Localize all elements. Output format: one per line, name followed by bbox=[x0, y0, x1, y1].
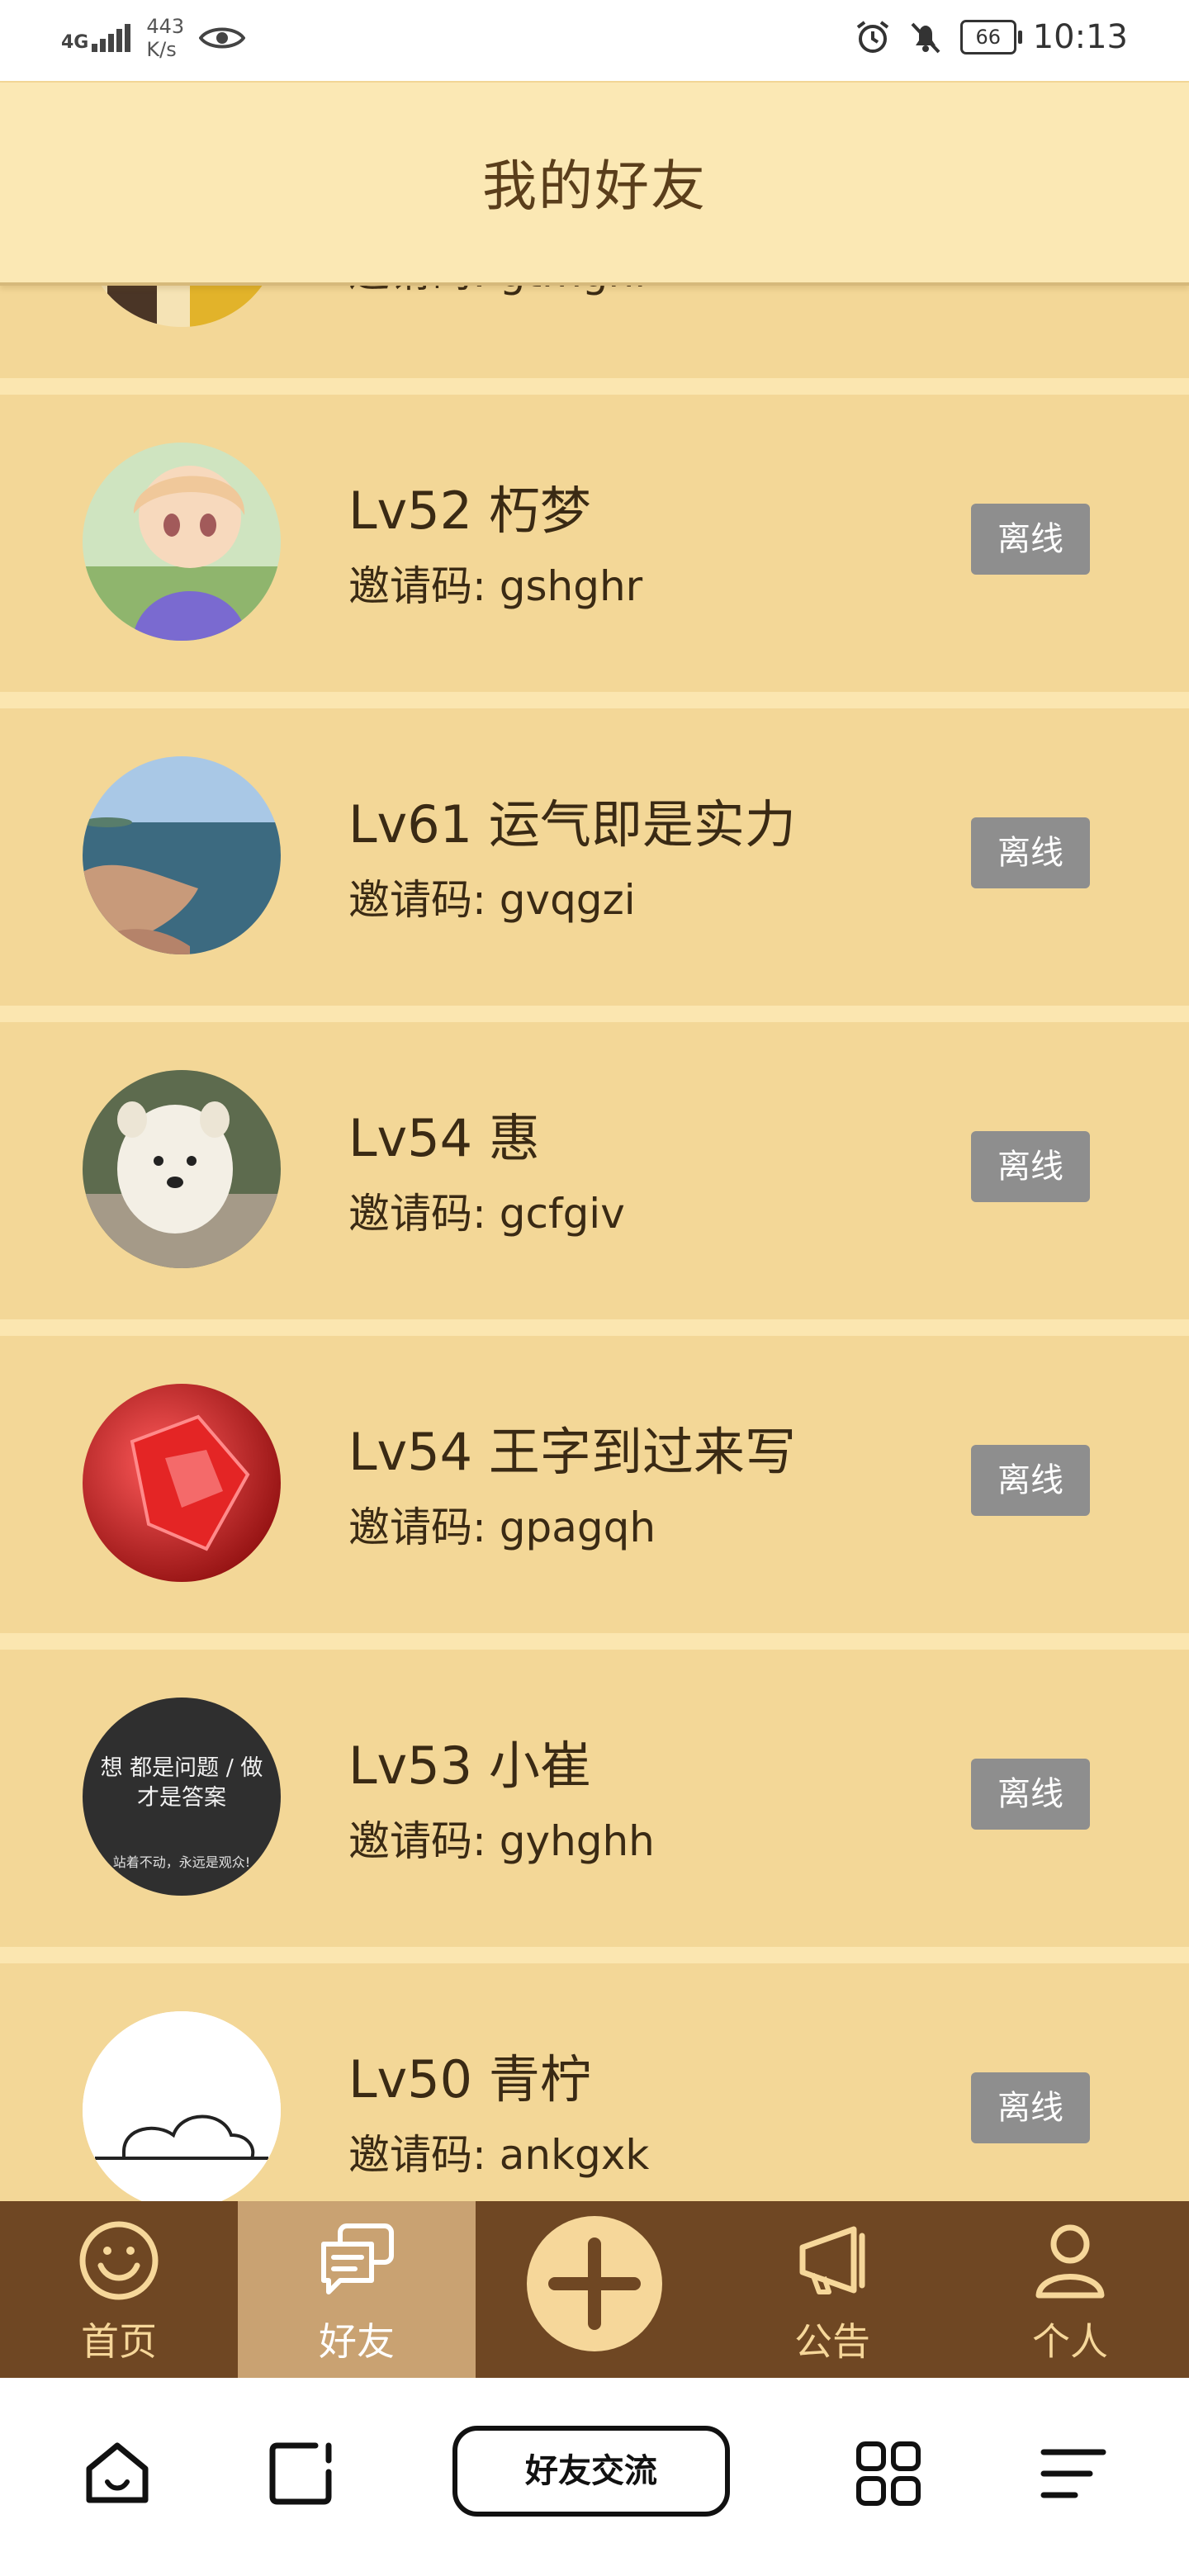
apps-grid-icon[interactable] bbox=[854, 2439, 923, 2508]
friend-card[interactable]: 想 都是问题 / 做 才是答案 站着不动，永远是观众! Lv53 小崔 邀请码:… bbox=[0, 1650, 1189, 1947]
offline-status-badge[interactable]: 离线 bbox=[971, 1131, 1090, 1202]
offline-status-badge[interactable]: 离线 bbox=[971, 504, 1090, 575]
tab-profile[interactable]: 个人 bbox=[951, 2201, 1189, 2378]
megaphone-icon bbox=[799, 2226, 865, 2294]
offline-status-badge[interactable]: 离线 bbox=[971, 2072, 1090, 2143]
divider bbox=[0, 1633, 1189, 1650]
friend-name: Lv52 朽梦 bbox=[348, 481, 591, 541]
divider bbox=[0, 1006, 1189, 1022]
tab-announcement[interactable]: 公告 bbox=[713, 2201, 951, 2378]
avatar-text: 想 都是问题 / 做 才是答案 bbox=[100, 1755, 263, 1811]
tab-friends[interactable]: 好友 bbox=[238, 2201, 476, 2378]
friend-avatar bbox=[83, 1070, 281, 1268]
tab-home[interactable]: 首页 bbox=[0, 2201, 238, 2378]
friend-name: Lv50 青柠 bbox=[348, 2049, 591, 2110]
divider bbox=[0, 692, 1189, 708]
divider bbox=[0, 1319, 1189, 1336]
tab-label: 好友 bbox=[319, 2319, 395, 2364]
friend-avatar bbox=[83, 756, 281, 954]
friend-avatar bbox=[83, 1384, 281, 1582]
invite-code: 邀请码: gpagqh bbox=[348, 1503, 656, 1551]
chat-bubbles-icon bbox=[321, 2223, 394, 2294]
invite-code: 邀请码: gshghr bbox=[348, 562, 643, 610]
invite-code: 邀请码: gvqgzi bbox=[348, 876, 636, 924]
friend-list[interactable]: 邀请码: gtmghi Lv52 朽梦 邀请码: gshghr 离线 bbox=[0, 0, 1189, 2201]
friend-avatar bbox=[83, 2011, 281, 2201]
plus-icon bbox=[548, 2237, 641, 2330]
friend-card[interactable]: Lv61 运气即是实力 邀请码: gvqgzi 离线 bbox=[0, 708, 1189, 1006]
friend-card[interactable]: Lv52 朽梦 邀请码: gshghr 离线 bbox=[0, 395, 1189, 692]
page-title: 我的好友 bbox=[482, 154, 707, 218]
home-nav-icon[interactable] bbox=[83, 2439, 152, 2508]
friend-name: Lv61 运气即是实力 bbox=[348, 794, 796, 855]
tab-label: 公告 bbox=[794, 2319, 870, 2364]
offline-status-badge[interactable]: 离线 bbox=[971, 817, 1090, 888]
tab-label: 首页 bbox=[81, 2319, 157, 2364]
divider bbox=[0, 378, 1189, 395]
offline-status-badge[interactable]: 离线 bbox=[971, 1445, 1090, 1516]
divider bbox=[0, 1947, 1189, 1963]
menu-icon[interactable] bbox=[1039, 2439, 1108, 2508]
system-nav-bar: 好友交流 bbox=[0, 2378, 1189, 2576]
recent-apps-icon[interactable] bbox=[266, 2439, 335, 2508]
friend-card[interactable]: Lv54 王字到过来写 邀请码: gpagqh 离线 bbox=[0, 1336, 1189, 1633]
friend-name: Lv53 小崔 bbox=[348, 1735, 591, 1796]
add-button[interactable] bbox=[527, 2216, 662, 2351]
smiley-icon bbox=[79, 2221, 159, 2300]
friend-avatar bbox=[83, 443, 281, 641]
person-icon bbox=[1035, 2224, 1105, 2299]
avatar-caption: 站着不动，永远是观众! bbox=[112, 1854, 251, 1870]
friend-avatar: 想 都是问题 / 做 才是答案 站着不动，永远是观众! bbox=[83, 1698, 281, 1896]
friend-card[interactable]: Lv50 青柠 邀请码: ankgxk 离线 bbox=[0, 1963, 1189, 2201]
friend-card[interactable]: Lv54 惠 邀请码: gcfgiv 离线 bbox=[0, 1022, 1189, 1319]
app-header: 我的好友 bbox=[0, 83, 1189, 286]
bottom-tab-bar: 首页 好友 公告 个人 bbox=[0, 2201, 1189, 2378]
tab-add[interactable] bbox=[476, 2201, 713, 2378]
invite-code: 邀请码: gcfgiv bbox=[348, 1190, 625, 1238]
friend-name: Lv54 惠 bbox=[348, 1108, 540, 1168]
offline-status-badge[interactable]: 离线 bbox=[971, 1759, 1090, 1830]
invite-code: 邀请码: ankgxk bbox=[348, 2131, 650, 2179]
friend-name: Lv54 王字到过来写 bbox=[348, 1422, 796, 1482]
invite-code: 邀请码: gyhghh bbox=[348, 1817, 655, 1865]
friend-chat-button[interactable]: 好友交流 bbox=[452, 2426, 730, 2517]
tab-label: 个人 bbox=[1032, 2319, 1108, 2364]
